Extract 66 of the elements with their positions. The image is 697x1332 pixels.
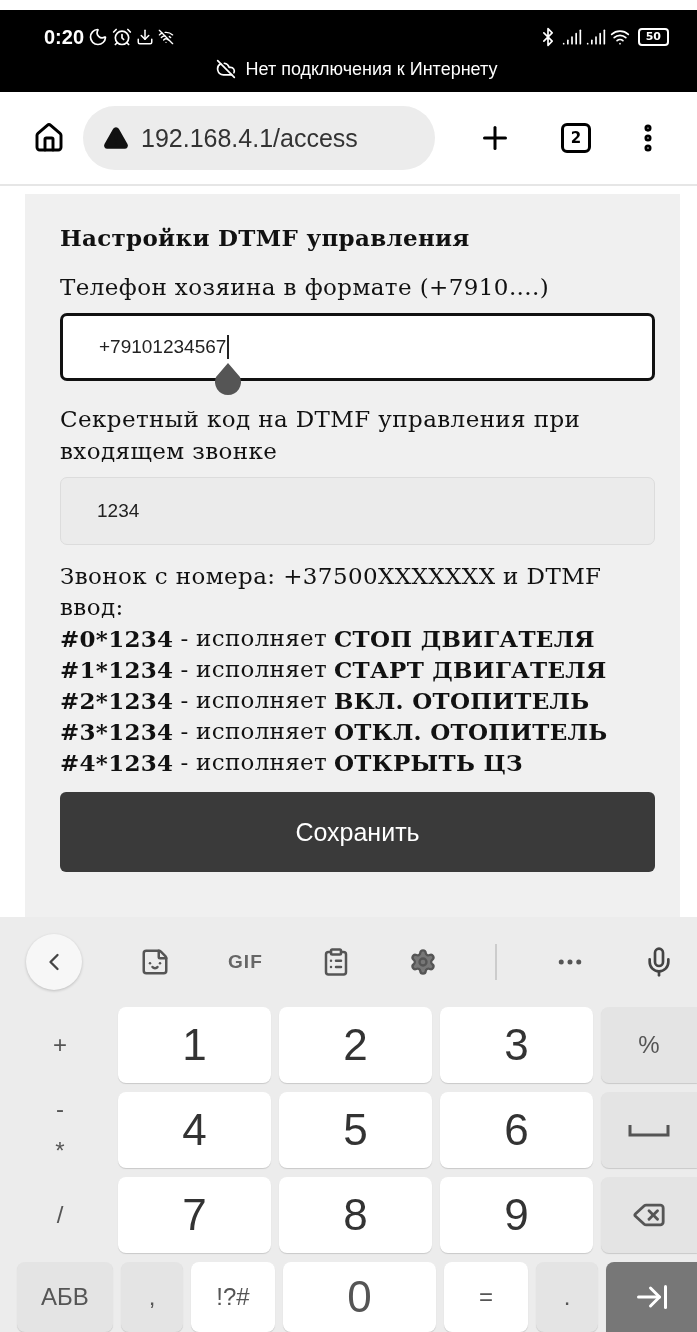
- status-time: 0:20: [44, 25, 85, 49]
- keyboard-key[interactable]: !?#: [191, 1262, 275, 1332]
- keyboard-key[interactable]: 0: [283, 1262, 436, 1332]
- home-icon[interactable]: [33, 122, 65, 154]
- keyboard-key[interactable]: АБВ: [17, 1262, 113, 1332]
- address-bar[interactable]: 192.168.4.1/access: [83, 106, 435, 170]
- command-code: #1*1234: [60, 655, 174, 685]
- wifi-icon: [609, 27, 630, 47]
- text-caret: [227, 335, 230, 359]
- settings-icon[interactable]: [408, 948, 437, 976]
- command-text: - исполняет: [180, 624, 327, 653]
- symbol-key[interactable]: -: [56, 1095, 64, 1123]
- command-code: #0*1234: [60, 624, 174, 654]
- download-icon: [136, 28, 155, 46]
- digit-key[interactable]: 4: [118, 1092, 271, 1168]
- command-action: СТОП ДВИГАТЕЛЯ: [334, 624, 595, 654]
- digit-key[interactable]: 9: [440, 1177, 593, 1253]
- symbol-key[interactable]: *: [55, 1137, 65, 1165]
- space-icon: [628, 1123, 670, 1137]
- sticker-icon[interactable]: [140, 947, 171, 977]
- digit-key[interactable]: 1: [118, 1007, 271, 1083]
- command-text: - исполняет: [180, 655, 327, 684]
- digit-key[interactable]: 6: [440, 1092, 593, 1168]
- digit-key[interactable]: 5: [279, 1092, 432, 1168]
- symbol-key[interactable]: /: [56, 1201, 64, 1229]
- url-text: 192.168.4.1/access: [141, 123, 358, 153]
- signal-icon: [561, 27, 582, 47]
- signal-icon: [585, 27, 606, 47]
- digit-key[interactable]: 2: [279, 1007, 432, 1083]
- wifi-off-icon: [158, 29, 175, 45]
- panel-title: Настройки DTMF управления: [60, 224, 471, 251]
- tab-count-button[interactable]: 2: [561, 123, 591, 153]
- cloud-off-icon: [215, 59, 236, 79]
- alarm-icon: [112, 27, 133, 47]
- digit-key[interactable]: 7: [118, 1177, 271, 1253]
- connection-status-text: Нет подключения к Интернету: [245, 58, 498, 80]
- digit-key[interactable]: 8: [279, 1177, 432, 1253]
- command-action: ВКЛ. ОТОПИТЕЛЬ: [334, 686, 590, 716]
- warning-icon: [103, 125, 129, 151]
- field-label: Телефон хозяина в формате (+7910....): [60, 273, 551, 302]
- percent-key[interactable]: %: [601, 1007, 697, 1083]
- command-code: #3*1234: [60, 717, 174, 747]
- save-button[interactable]: Сохранить: [60, 792, 655, 872]
- info-text: Звонок с номера: +37500XXXXXXX и DTMF ввод:: [60, 562, 603, 622]
- command-text: - исполняет: [180, 717, 327, 746]
- command-text: - исполняет: [180, 748, 327, 777]
- input-field[interactable]: 1234: [60, 477, 655, 545]
- gif-button[interactable]: GIF: [228, 951, 263, 973]
- moon-icon: [88, 27, 109, 47]
- backspace-key[interactable]: [601, 1177, 697, 1253]
- keyboard-key[interactable]: =: [444, 1262, 528, 1332]
- field-label: Секретный код на DTMF управления при входящем звонке: [60, 405, 582, 466]
- command-code: #4*1234: [60, 748, 174, 778]
- keyboard-key[interactable]: .: [536, 1262, 598, 1332]
- command-code: #2*1234: [60, 686, 174, 716]
- digit-key[interactable]: 3: [440, 1007, 593, 1083]
- command-action: ОТКРЫТЬ ЦЗ: [334, 748, 523, 778]
- battery-level: 50: [637, 28, 669, 46]
- keyboard-key[interactable]: ,: [121, 1262, 183, 1332]
- enter-key[interactable]: [606, 1262, 697, 1332]
- symbol-key[interactable]: +: [53, 1031, 67, 1059]
- command-action: СТАРТ ДВИГАТЕЛЯ: [334, 655, 607, 685]
- command-action: ОТКЛ. ОТОПИТЕЛЬ: [334, 717, 608, 747]
- cursor-handle[interactable]: [214, 363, 242, 397]
- command-text: - исполняет: [180, 686, 327, 715]
- input-field[interactable]: +79101234567: [60, 313, 655, 381]
